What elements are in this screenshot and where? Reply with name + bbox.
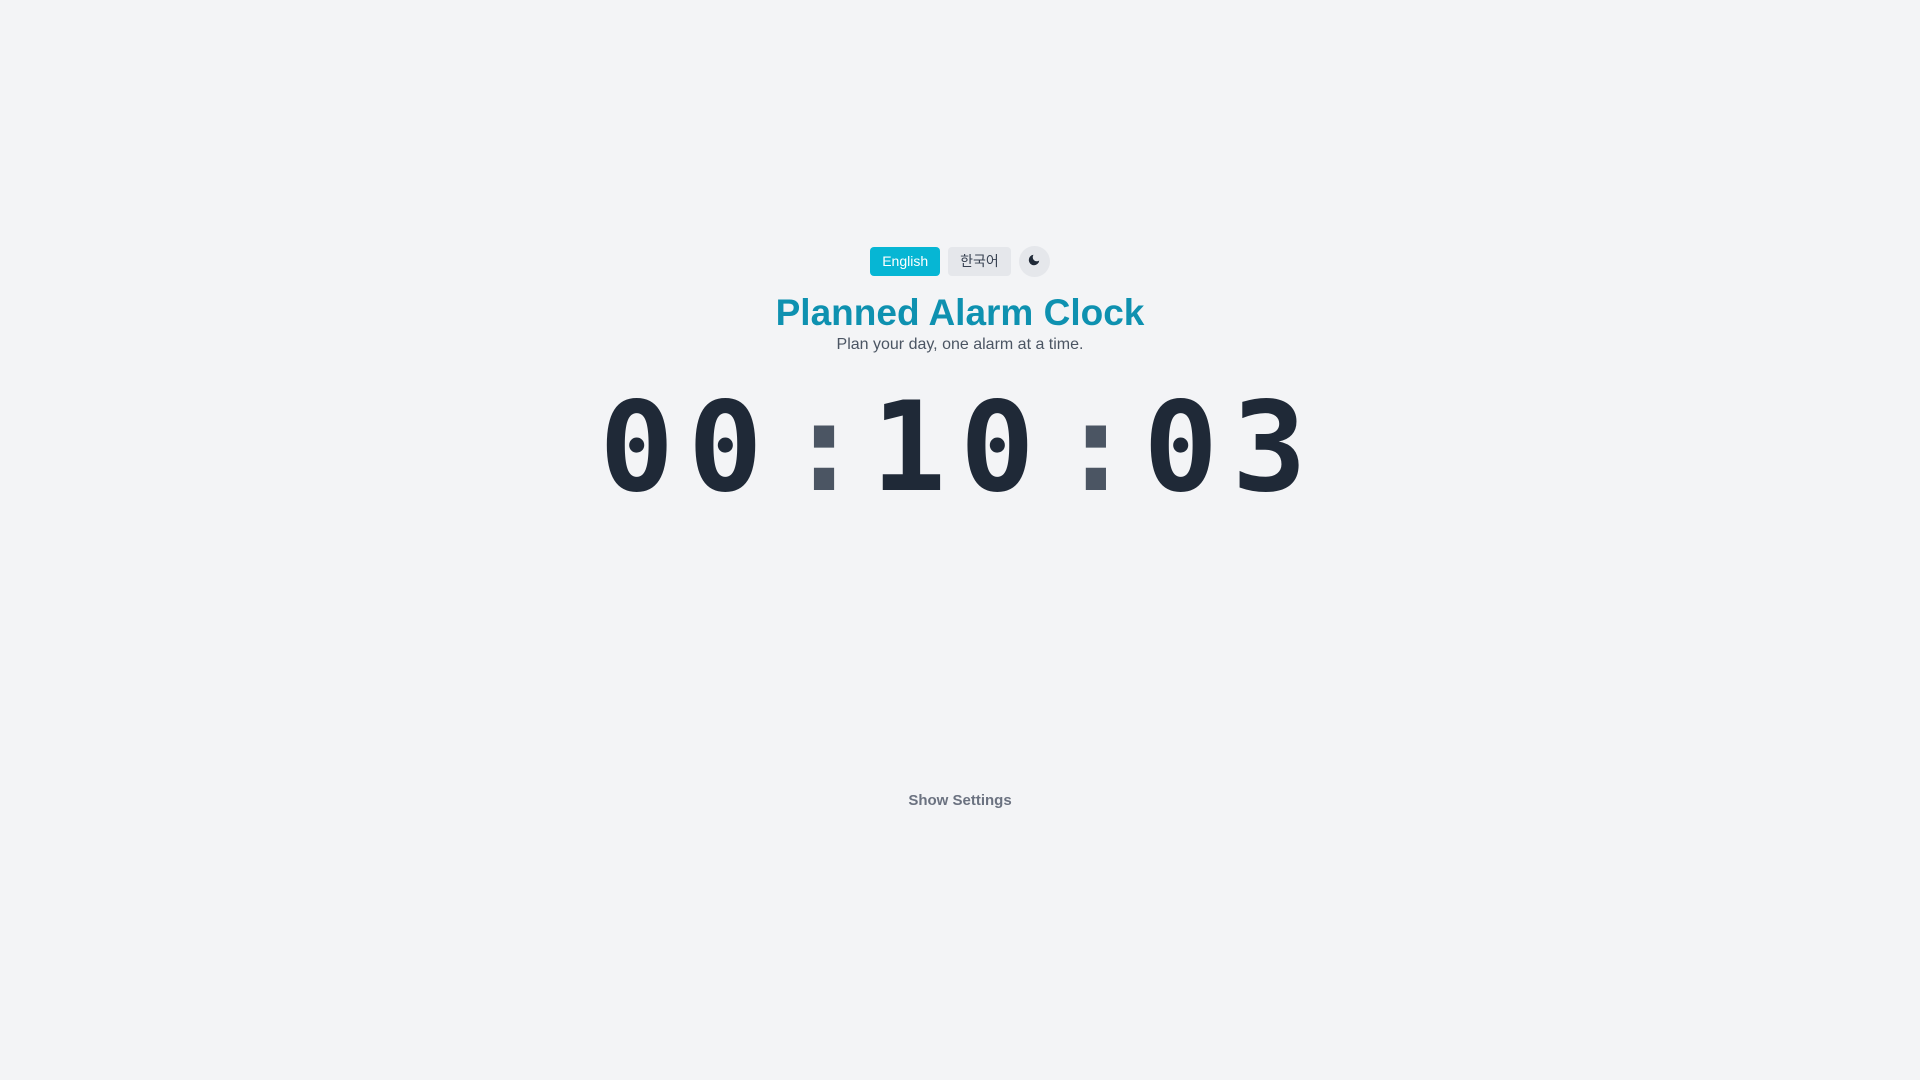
clock-seconds: 03 xyxy=(1143,376,1321,520)
page-subtitle: Plan your day, one alarm at a time. xyxy=(836,336,1084,353)
app-page: English 한국어 Planned Alarm Clock Plan you… xyxy=(0,0,1920,1080)
clock-separator: : xyxy=(1058,376,1134,520)
clock-minutes: 10 xyxy=(871,376,1049,520)
show-settings-button[interactable]: Show Settings xyxy=(902,790,1017,811)
moon-icon xyxy=(1027,253,1041,270)
page-title: Planned Alarm Clock xyxy=(775,292,1145,333)
language-english-button[interactable]: English xyxy=(870,247,941,276)
clock-hours: 00 xyxy=(599,376,777,520)
language-korean-button[interactable]: 한국어 xyxy=(948,247,1011,276)
countdown-display: 00 : 10 : 03 xyxy=(0,378,1920,518)
clock-separator: : xyxy=(786,376,862,520)
theme-toggle-button[interactable] xyxy=(1018,246,1050,277)
settings-toggle-container: Show Settings xyxy=(0,790,1920,811)
top-controls: English 한국어 xyxy=(0,246,1920,277)
